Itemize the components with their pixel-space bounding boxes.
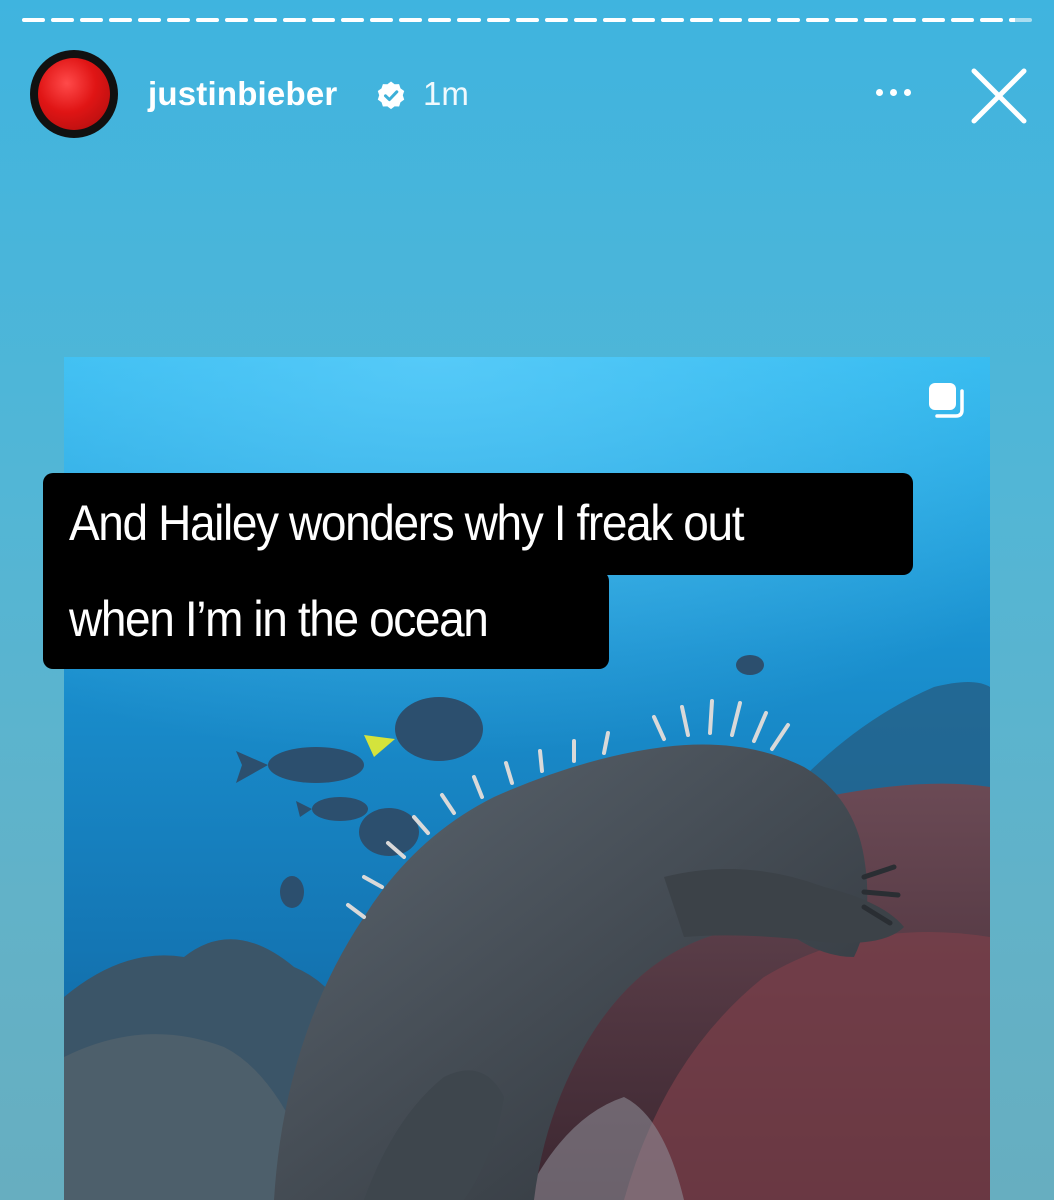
progress-segment-fill <box>602 18 626 22</box>
close-x-icon[interactable] <box>968 65 1030 127</box>
progress-segment <box>312 18 336 22</box>
post-time: 1m <box>423 75 469 112</box>
progress-segment-fill <box>283 18 307 22</box>
progress-segment <box>980 18 1004 22</box>
progress-segment <box>341 18 365 22</box>
progress-segment <box>747 18 771 22</box>
progress-segment <box>805 18 829 22</box>
progress-segment-fill <box>631 18 655 22</box>
progress-segment-fill <box>660 18 684 22</box>
progress-segment-fill <box>225 18 249 22</box>
progress-segment-fill <box>689 18 713 22</box>
multiple-posts-icon <box>929 383 964 418</box>
progress-segment <box>689 18 713 22</box>
avatar-image <box>38 58 110 130</box>
profile-avatar[interactable] <box>30 50 118 138</box>
progress-segment <box>834 18 858 22</box>
progress-segment-fill <box>805 18 829 22</box>
progress-segment <box>428 18 452 22</box>
progress-segment-fill <box>747 18 771 22</box>
progress-segment-fill <box>892 18 916 22</box>
progress-segment-fill <box>921 18 945 22</box>
progress-segment <box>776 18 800 22</box>
story-progress-bar <box>22 18 1033 22</box>
more-dot <box>903 88 911 96</box>
progress-segment <box>370 18 394 22</box>
progress-segment-fill <box>399 18 423 22</box>
progress-segment <box>457 18 481 22</box>
progress-segment-fill <box>951 18 975 22</box>
progress-segment-fill <box>167 18 191 22</box>
progress-segment <box>1009 18 1033 22</box>
progress-segment <box>544 18 568 22</box>
progress-segment-fill <box>515 18 539 22</box>
progress-segment <box>718 18 742 22</box>
progress-segment-fill <box>312 18 336 22</box>
caption-line-2: when I’m in the ocean <box>43 571 609 669</box>
progress-segment <box>22 18 46 22</box>
progress-segment <box>283 18 307 22</box>
caption-line-1: And Hailey wonders why I freak out <box>43 473 913 575</box>
progress-segment <box>51 18 75 22</box>
story-header: justinbieber 1m <box>30 50 1032 142</box>
progress-segment-fill <box>573 18 597 22</box>
progress-segment <box>892 18 916 22</box>
progress-segment <box>660 18 684 22</box>
more-options-button[interactable] <box>868 72 918 112</box>
progress-segment-fill <box>486 18 510 22</box>
progress-segment <box>109 18 133 22</box>
progress-segment-fill <box>341 18 365 22</box>
caption-text-1: And Hailey wonders why I freak out <box>69 495 744 551</box>
progress-segment-fill <box>370 18 394 22</box>
progress-segment <box>863 18 887 22</box>
progress-segment-fill <box>834 18 858 22</box>
progress-segment <box>138 18 162 22</box>
progress-segment-fill <box>776 18 800 22</box>
progress-segment-fill <box>457 18 481 22</box>
progress-segment <box>225 18 249 22</box>
username[interactable]: justinbieber <box>148 75 337 113</box>
progress-segment <box>573 18 597 22</box>
progress-segment-fill <box>109 18 133 22</box>
progress-segment <box>167 18 191 22</box>
progress-segment <box>254 18 278 22</box>
progress-segment <box>631 18 655 22</box>
progress-segment <box>399 18 423 22</box>
progress-segment-fill <box>428 18 452 22</box>
progress-segment <box>196 18 220 22</box>
more-horizontal-icon <box>875 88 883 96</box>
progress-segment-fill <box>718 18 742 22</box>
progress-segment-fill <box>254 18 278 22</box>
progress-segment <box>486 18 510 22</box>
progress-segment <box>951 18 975 22</box>
progress-segment-fill <box>544 18 568 22</box>
progress-segment <box>602 18 626 22</box>
progress-segment-fill <box>138 18 162 22</box>
progress-segment-fill <box>980 18 1004 22</box>
progress-segment-fill <box>51 18 75 22</box>
more-dot <box>889 88 897 96</box>
verified-badge-icon <box>377 81 405 110</box>
caption-text-2: when I’m in the ocean <box>69 591 489 647</box>
progress-segment-fill <box>22 18 46 22</box>
progress-segment <box>921 18 945 22</box>
progress-segment <box>80 18 104 22</box>
progress-segment-fill <box>80 18 104 22</box>
progress-segment-fill <box>1009 18 1015 22</box>
progress-segment-fill <box>196 18 220 22</box>
progress-segment-fill <box>863 18 887 22</box>
progress-segment <box>515 18 539 22</box>
